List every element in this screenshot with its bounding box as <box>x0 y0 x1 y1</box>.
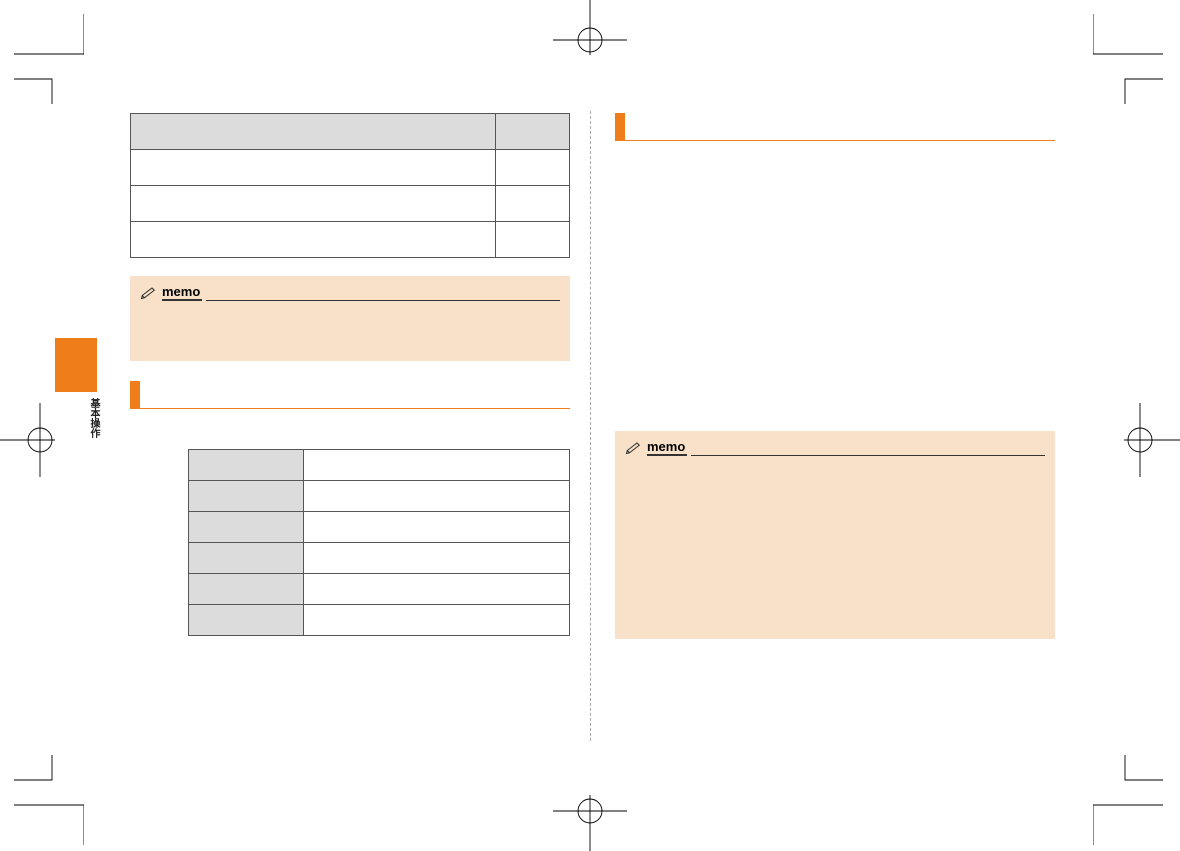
table-header-cell <box>131 114 496 150</box>
table-cell <box>496 186 570 222</box>
table-cell <box>189 450 304 481</box>
table-cell <box>304 574 570 605</box>
table-cell <box>189 605 304 636</box>
table-cell <box>189 543 304 574</box>
table-cell <box>304 481 570 512</box>
side-chapter-tab <box>55 338 97 392</box>
pencil-icon <box>625 442 643 456</box>
left-page: memo <box>130 113 570 636</box>
table-cell <box>496 222 570 258</box>
memo-box: memo <box>130 276 570 361</box>
table-cell <box>496 150 570 186</box>
memo-label: memo <box>162 284 202 301</box>
table-settings <box>188 449 570 636</box>
table-cell <box>304 450 570 481</box>
table-cell <box>189 512 304 543</box>
side-chapter-label: 基本操作 <box>86 398 101 438</box>
table-cell <box>189 481 304 512</box>
table-header-cell <box>496 114 570 150</box>
table-cell <box>131 150 496 186</box>
pencil-icon <box>140 287 158 301</box>
page-divider <box>590 111 591 741</box>
section-heading <box>130 381 570 409</box>
table-cell <box>131 222 496 258</box>
table-cell <box>131 186 496 222</box>
table-top <box>130 113 570 258</box>
memo-label: memo <box>647 439 687 456</box>
memo-box: memo <box>615 431 1055 639</box>
heading-bar-icon <box>130 381 140 409</box>
section-heading <box>615 113 1055 141</box>
heading-bar-icon <box>615 113 625 141</box>
table-cell <box>304 605 570 636</box>
table-cell <box>304 512 570 543</box>
right-page: memo <box>615 113 1055 659</box>
table-cell <box>189 574 304 605</box>
table-cell <box>304 543 570 574</box>
